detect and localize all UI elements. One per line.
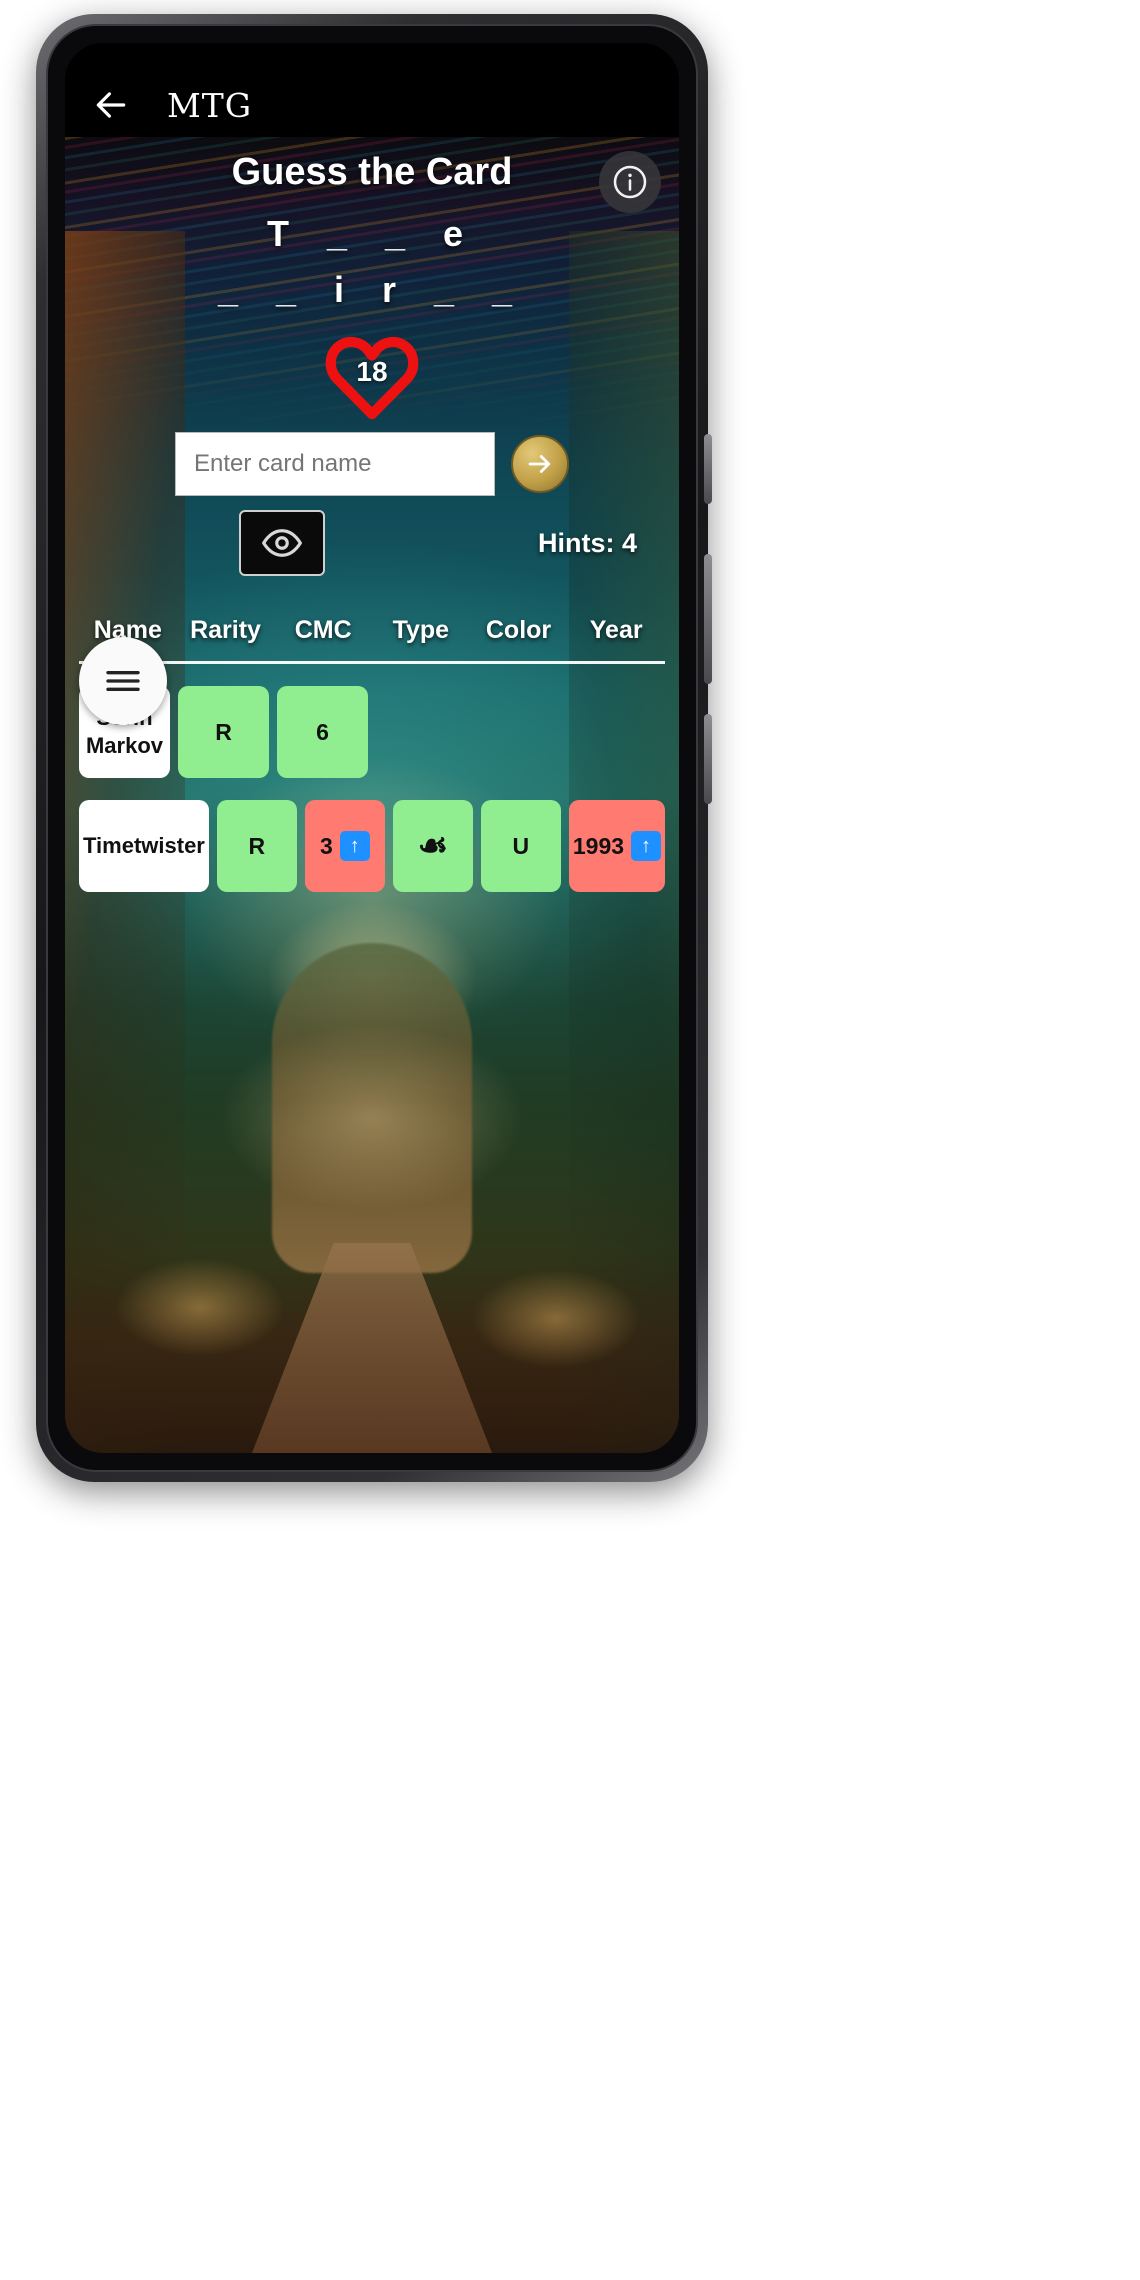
hints-count-label: Hints: 4 — [537, 527, 637, 558]
app-root: MTG Guess the Card T _ _ e _ _ i r _ _ 1… — [65, 43, 679, 1453]
table-cell — [574, 686, 665, 778]
lives-count: 18 — [356, 356, 388, 387]
hints-row: Hints: 4 — [65, 510, 679, 576]
table-cell: R — [178, 686, 269, 778]
column-header-rarity: Rarity — [190, 616, 261, 644]
hamburger-menu-icon[interactable] — [79, 637, 167, 725]
column-header-cmc: CMC — [294, 616, 352, 644]
back-arrow-icon[interactable] — [91, 85, 131, 125]
table-row: Timetwister R 3 ↑ ☙ U 1993 ↑ — [65, 800, 679, 892]
page-title: Guess the Card — [231, 151, 513, 193]
cell-value: 3 — [319, 833, 333, 859]
phone-button-power[interactable] — [704, 714, 712, 804]
table-cell — [376, 686, 467, 778]
app-brand-title: MTG — [167, 86, 253, 125]
phone-frame: MTG Guess the Card T _ _ e _ _ i r _ _ 1… — [36, 14, 712, 1482]
column-header-color: Color — [485, 616, 552, 644]
cell-value: 1993 — [572, 833, 625, 859]
guess-table-body: Sorin MarkovR6TimetwisterR3↑☙U1993↑ — [65, 686, 679, 892]
cell-value: ☙ — [417, 827, 449, 865]
cell-value: R — [248, 833, 266, 859]
phone-screen: MTG Guess the Card T _ _ e _ _ i r _ _ 1… — [65, 43, 679, 1453]
card-name-input[interactable] — [175, 432, 495, 496]
table-cell: 1993 ↑ — [568, 800, 666, 892]
screenshot-stage: MTG Guess the Card T _ _ e _ _ i r _ _ 1… — [0, 0, 1140, 2280]
table-cell: 3 ↑ — [304, 800, 385, 892]
table-cell: Timetwister — [79, 800, 209, 892]
game-content: Guess the Card T _ _ e _ _ i r _ _ 18 En… — [65, 137, 679, 1453]
guess-input-row — [65, 432, 679, 496]
table-cell: 6 — [277, 686, 368, 778]
cell-value: U — [512, 833, 530, 859]
puzzle-line-1: T _ _ e — [266, 213, 478, 254]
puzzle-masked-name: T _ _ e _ _ i r _ _ — [65, 206, 679, 318]
phone-button-volume-down[interactable] — [704, 554, 712, 684]
guess-table-header: Name Rarity CMC Type Color Year — [65, 616, 679, 645]
column-header-year: Year — [589, 616, 643, 644]
info-icon[interactable] — [599, 151, 661, 213]
phone-button-volume-up[interactable] — [704, 434, 712, 504]
phone-bezel: MTG Guess the Card T _ _ e _ _ i r _ _ 1… — [46, 24, 698, 1472]
arrow-up-icon: ↑ — [339, 831, 370, 861]
lives-indicator: 18 — [65, 334, 679, 420]
submit-guess-button[interactable] — [511, 435, 569, 493]
arrow-up-icon: ↑ — [631, 831, 662, 861]
cell-value: 6 — [316, 719, 329, 745]
puzzle-line-2: _ _ i r _ _ — [217, 269, 527, 310]
table-cell — [475, 686, 566, 778]
cell-value: Timetwister — [83, 833, 205, 858]
app-bar: MTG — [65, 43, 679, 137]
column-header-type: Type — [392, 616, 450, 644]
eye-icon[interactable] — [239, 510, 325, 576]
table-cell: R — [216, 800, 297, 892]
table-cell: U — [480, 800, 561, 892]
table-divider — [79, 661, 665, 664]
cell-value: R — [215, 719, 232, 745]
table-cell: ☙ — [392, 800, 473, 892]
